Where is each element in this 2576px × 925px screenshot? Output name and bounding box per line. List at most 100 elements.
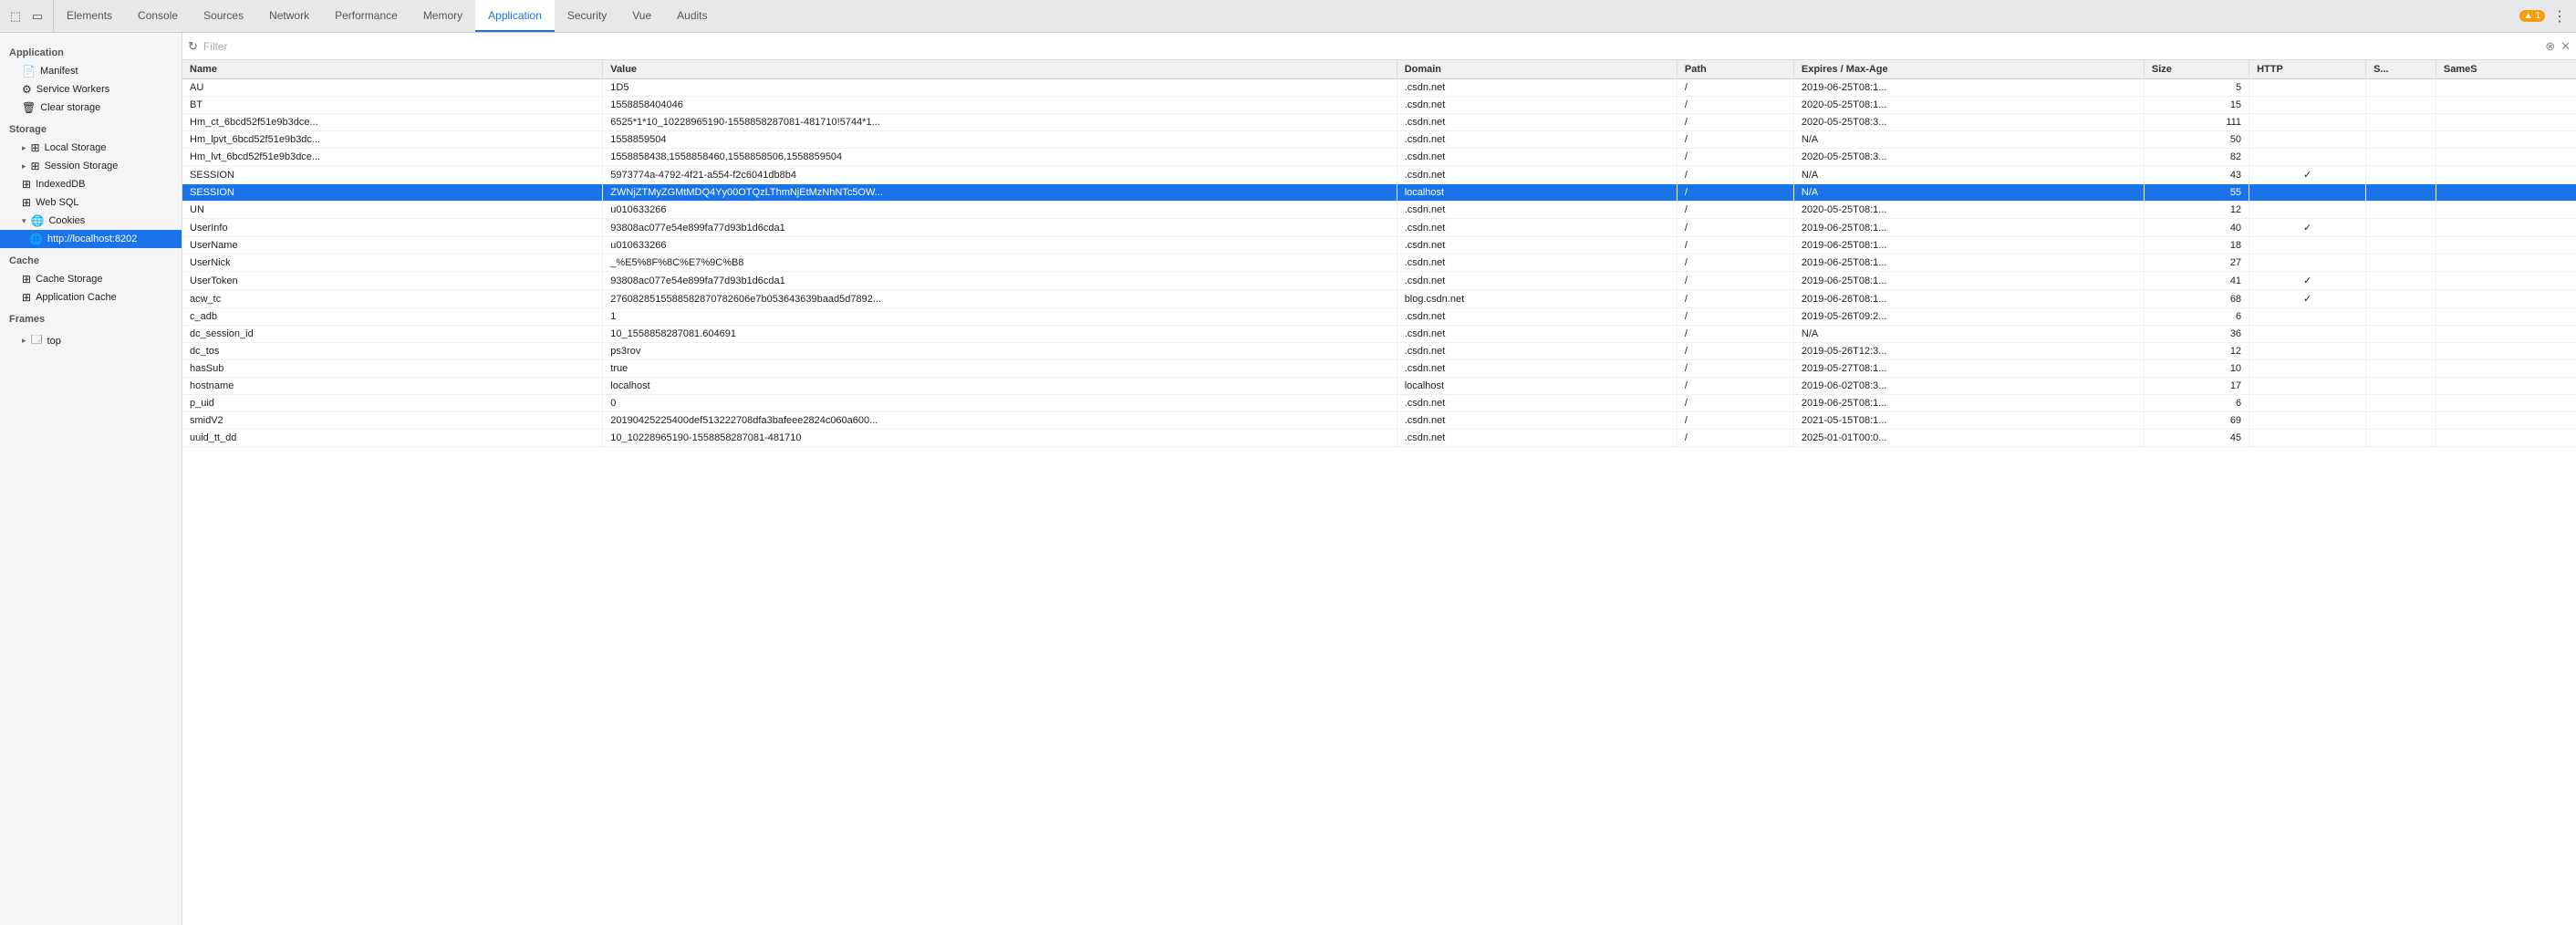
table-row[interactable]: UserInfo93808ac077e54e899fa77d93b1d6cda1… bbox=[182, 219, 2576, 237]
sidebar-item-service-workers[interactable]: ⚙Service Workers bbox=[0, 80, 182, 99]
tab-elements[interactable]: Elements bbox=[54, 0, 125, 32]
table-row[interactable]: hostnamelocalhostlocalhost/2019-06-02T08… bbox=[182, 378, 2576, 395]
sidebar-item-label-top: top bbox=[47, 336, 61, 347]
table-row[interactable]: c_adb1.csdn.net/2019-05-26T09:2...6 bbox=[182, 308, 2576, 326]
chevron-icon: ▸ bbox=[22, 143, 26, 153]
cell-s bbox=[2366, 430, 2436, 447]
sidebar-section-cache: Cache bbox=[0, 248, 182, 270]
cell-domain: localhost bbox=[1397, 184, 1677, 202]
sidebar-item-session-storage[interactable]: ▸⊞Session Storage bbox=[0, 157, 182, 175]
tab-application[interactable]: Application bbox=[475, 0, 555, 32]
tab-memory[interactable]: Memory bbox=[410, 0, 475, 32]
sidebar-item-cookies[interactable]: ▾🌐Cookies bbox=[0, 212, 182, 230]
col-header-size[interactable]: Size bbox=[2144, 60, 2249, 79]
sidebar-item-indexeddb[interactable]: ⊞IndexedDB bbox=[0, 175, 182, 193]
col-header-expires[interactable]: Expires / Max-Age bbox=[1793, 60, 2144, 79]
cell-size: 17 bbox=[2144, 378, 2249, 395]
table-row[interactable]: acw_tc2760828515588582870782606e7b053643… bbox=[182, 290, 2576, 308]
sidebar-item-icon-local-storage: ⊞ bbox=[31, 141, 40, 154]
table-row[interactable]: UserNameu010633266.csdn.net/2019-06-25T0… bbox=[182, 237, 2576, 255]
tab-vue[interactable]: Vue bbox=[619, 0, 664, 32]
col-header-s[interactable]: S... bbox=[2366, 60, 2436, 79]
col-header-sames[interactable]: SameS bbox=[2436, 60, 2576, 79]
tab-sources[interactable]: Sources bbox=[191, 0, 256, 32]
table-row[interactable]: smidV220190425225400def513222708dfa3bafe… bbox=[182, 412, 2576, 430]
table-row[interactable]: SESSIONZWNjZTMyZGMtMDQ4Yy00OTQzLThmNjEtM… bbox=[182, 184, 2576, 202]
tab-performance[interactable]: Performance bbox=[322, 0, 410, 32]
filter-input[interactable] bbox=[203, 40, 2540, 53]
table-row[interactable]: UserToken93808ac077e54e899fa77d93b1d6cda… bbox=[182, 272, 2576, 290]
cell-size: 45 bbox=[2144, 430, 2249, 447]
cell-size: 41 bbox=[2144, 272, 2249, 290]
table-row[interactable]: Hm_lpvt_6bcd52f51e9b3dc...1558859504.csd… bbox=[182, 131, 2576, 149]
layout-icon[interactable]: ▭ bbox=[29, 8, 46, 25]
cell-expires: 2019-06-25T08:1... bbox=[1793, 237, 2144, 255]
more-menu-icon[interactable]: ⋮ bbox=[2552, 7, 2567, 26]
sidebar-item-icon-clear-storage: 🗑 bbox=[22, 101, 36, 114]
cell-size: 6 bbox=[2144, 395, 2249, 412]
sidebar-item-label-session-storage: Session Storage bbox=[45, 161, 119, 171]
table-row[interactable]: UNu010633266.csdn.net/2020-05-25T08:1...… bbox=[182, 202, 2576, 219]
tab-network[interactable]: Network bbox=[256, 0, 322, 32]
cursor-icon[interactable]: ⬚ bbox=[7, 8, 24, 25]
table-row[interactable]: p_uid0.csdn.net/2019-06-25T08:1...6 bbox=[182, 395, 2576, 412]
table-row[interactable]: Hm_ct_6bcd52f51e9b3dce...6525*1*10_10228… bbox=[182, 114, 2576, 131]
sidebar-item-label-local-storage: Local Storage bbox=[45, 142, 107, 153]
cell-path: / bbox=[1677, 412, 1793, 430]
cell-path: / bbox=[1677, 219, 1793, 237]
cell-s bbox=[2366, 412, 2436, 430]
table-row[interactable]: SESSION5973774a-4792-4f21-a554-f2c6041db… bbox=[182, 166, 2576, 184]
table-row[interactable]: hasSubtrue.csdn.net/2019-05-27T08:1...10 bbox=[182, 360, 2576, 378]
tab-security[interactable]: Security bbox=[555, 0, 619, 32]
cell-sames bbox=[2436, 79, 2576, 97]
table-row[interactable]: AU1D5.csdn.net/2019-06-25T08:1...5 bbox=[182, 79, 2576, 97]
sidebar-section-frames: Frames bbox=[0, 307, 182, 328]
cell-size: 55 bbox=[2144, 184, 2249, 202]
table-row[interactable]: dc_tosps3rov.csdn.net/2019-05-26T12:3...… bbox=[182, 343, 2576, 360]
cell-path: / bbox=[1677, 360, 1793, 378]
cell-path: / bbox=[1677, 97, 1793, 114]
cell-value: true bbox=[603, 360, 1397, 378]
cell-size: 18 bbox=[2144, 237, 2249, 255]
cell-path: / bbox=[1677, 79, 1793, 97]
sidebar-item-clear-storage[interactable]: 🗑Clear storage bbox=[0, 99, 182, 117]
cell-expires: 2019-05-26T12:3... bbox=[1793, 343, 2144, 360]
sidebar-item-manifest[interactable]: 📄Manifest bbox=[0, 62, 182, 80]
table-row[interactable]: BT1558858404046.csdn.net/2020-05-25T08:1… bbox=[182, 97, 2576, 114]
cell-s bbox=[2366, 360, 2436, 378]
cell-name: Hm_ct_6bcd52f51e9b3dce... bbox=[182, 114, 603, 131]
table-row[interactable]: uuid_tt_dd10_10228965190-1558858287081-4… bbox=[182, 430, 2576, 447]
table-row[interactable]: dc_session_id10_1558858287081.604691.csd… bbox=[182, 326, 2576, 343]
sidebar-item-top[interactable]: ▸🗔top bbox=[0, 328, 182, 353]
cell-size: 69 bbox=[2144, 412, 2249, 430]
clear-filter-icon[interactable]: ⊗ bbox=[2545, 39, 2555, 54]
cell-size: 111 bbox=[2144, 114, 2249, 131]
col-header-domain[interactable]: Domain bbox=[1397, 60, 1677, 79]
chevron-icon: ▾ bbox=[22, 216, 26, 226]
tab-audits[interactable]: Audits bbox=[664, 0, 720, 32]
sidebar-item-cache-storage[interactable]: ⊞Cache Storage bbox=[0, 270, 182, 288]
sidebar-item-local-storage[interactable]: ▸ ⊞ Local Storage bbox=[0, 139, 182, 157]
col-header-name[interactable]: Name bbox=[182, 60, 603, 79]
col-header-value[interactable]: Value bbox=[603, 60, 1397, 79]
cell-http bbox=[2249, 237, 2366, 255]
refresh-icon[interactable]: ↻ bbox=[188, 39, 198, 54]
cell-s bbox=[2366, 378, 2436, 395]
sidebar-item-web-sql[interactable]: ⊞Web SQL bbox=[0, 193, 182, 212]
tab-console[interactable]: Console bbox=[125, 0, 191, 32]
cell-s bbox=[2366, 97, 2436, 114]
cell-name: acw_tc bbox=[182, 290, 603, 308]
close-filter-icon[interactable]: ✕ bbox=[2560, 39, 2571, 54]
sidebar-item-localhost-8202[interactable]: 🌐http://localhost:8202 bbox=[0, 230, 182, 248]
table-row[interactable]: Hm_lvt_6bcd52f51e9b3dce...1558858438,155… bbox=[182, 149, 2576, 166]
cell-s bbox=[2366, 149, 2436, 166]
cell-name: Hm_lvt_6bcd52f51e9b3dce... bbox=[182, 149, 603, 166]
cell-sames bbox=[2436, 395, 2576, 412]
col-header-http[interactable]: HTTP bbox=[2249, 60, 2366, 79]
cell-http bbox=[2249, 343, 2366, 360]
sidebar-item-application-cache[interactable]: ⊞Application Cache bbox=[0, 288, 182, 307]
col-header-path[interactable]: Path bbox=[1677, 60, 1793, 79]
table-row[interactable]: UserNick_%E5%8F%8C%E7%9C%B8.csdn.net/201… bbox=[182, 255, 2576, 272]
cell-http: ✓ bbox=[2249, 290, 2366, 308]
cell-value: ZWNjZTMyZGMtMDQ4Yy00OTQzLThmNjEtMzNhNTc5… bbox=[603, 184, 1397, 202]
